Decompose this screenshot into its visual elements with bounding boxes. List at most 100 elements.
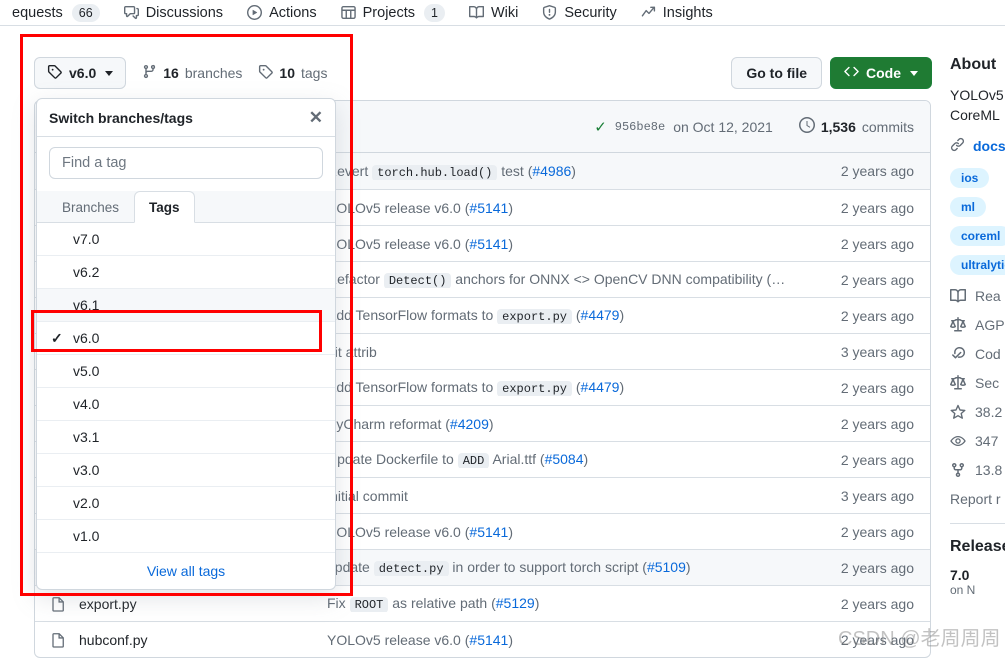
sidebar-stat-row[interactable]: AGP	[950, 317, 1005, 333]
tag-option-v2.0[interactable]: v2.0	[37, 487, 335, 520]
issue-link[interactable]: #5141	[469, 200, 508, 216]
nav-item-actions[interactable]: Actions	[235, 0, 329, 26]
commit-message-text: )	[534, 595, 540, 611]
commit-message-text: YOLOv5 release v6.0 (	[327, 631, 470, 648]
nav-item-pull-requests[interactable]: equests 66	[0, 0, 112, 26]
commit-message-cell[interactable]: YOLOv5 release v6.0 (#5141)	[327, 236, 841, 252]
issue-link[interactable]: #5141	[469, 524, 508, 540]
commit-message-cell[interactable]: Revert torch.hub.load() test (#4986)	[327, 163, 841, 180]
sidebar-stat-row[interactable]: Cod	[950, 346, 1005, 362]
tab-tags[interactable]: Tags	[134, 191, 195, 223]
issue-link[interactable]: #5129	[496, 595, 535, 611]
commit-message-cell[interactable]: YOLOv5 release v6.0 (#5141)	[327, 200, 841, 216]
topic-tag-ml[interactable]: ml	[950, 197, 987, 217]
issue-link[interactable]: #4479	[581, 307, 620, 323]
tag-option-v6.1[interactable]: v6.1	[37, 289, 335, 322]
tag-option-v6.2[interactable]: v6.2	[37, 256, 335, 289]
tag-icon	[47, 64, 62, 82]
commit-message-cell[interactable]: update detect.py in order to support tor…	[327, 559, 841, 576]
go-to-file-button[interactable]: Go to file	[731, 57, 822, 89]
commit-message-text: )	[571, 162, 576, 179]
sidebar-stat-row[interactable]: 347	[950, 433, 1005, 449]
file-name-link[interactable]: export.py	[79, 596, 137, 612]
sidebar-stat-row[interactable]: 38.2	[950, 404, 1005, 420]
commits-count-link[interactable]: 1,536 commits	[798, 117, 914, 136]
commit-message-cell[interactable]: Refactor Detect() anchors for ONNX <> Op…	[327, 271, 841, 288]
table-row[interactable]: export.py Fix ROOT as relative path (#512…	[35, 585, 930, 621]
commit-message-cell[interactable]: PyCharm reformat (#4209)	[327, 416, 841, 432]
sidebar-stat-label: 347	[975, 433, 999, 449]
topic-tag-ultralytic[interactable]: ultralytic	[950, 255, 1005, 275]
branches-count-link[interactable]: 16 branches	[142, 64, 242, 82]
commit-message-cell[interactable]: initial commit	[327, 488, 841, 504]
commit-message-cell[interactable]: Fix ROOT as relative path (#5129)	[327, 595, 841, 612]
commit-message-cell[interactable]: YOLOv5 release v6.0 (#5141)	[327, 524, 841, 540]
branch-tag-dropdown-panel: Switch branches/tags ✕ Branches Tags v7.…	[36, 98, 336, 590]
code-button[interactable]: Code	[830, 57, 932, 89]
shield-icon	[542, 5, 557, 20]
nav-item-projects[interactable]: Projects 1	[329, 0, 457, 26]
issue-link[interactable]: #5141	[469, 632, 508, 648]
tags-label: tags	[301, 65, 328, 81]
topic-tag-ios[interactable]: ios	[950, 168, 990, 188]
close-icon[interactable]: ✕	[309, 109, 323, 126]
tag-option-v1.0[interactable]: v1.0	[37, 520, 335, 553]
topic-tag-coreml[interactable]: coreml	[950, 226, 1005, 246]
inline-code: ROOT	[349, 597, 389, 612]
commit-message-cell[interactable]: Add TensorFlow formats to export.py (#44…	[327, 307, 841, 324]
issue-link[interactable]: #4479	[581, 379, 620, 395]
nav-item-wiki[interactable]: Wiki	[457, 0, 530, 26]
homepage-link[interactable]: docs	[950, 137, 1005, 155]
tag-option-v6.0[interactable]: ✓ v6.0	[37, 322, 335, 355]
tag-option-v3.0[interactable]: v3.0	[37, 454, 335, 487]
nav-item-discussions[interactable]: Discussions	[112, 0, 235, 26]
find-tag-input[interactable]	[49, 147, 323, 179]
law-icon	[950, 375, 966, 391]
tag-option-v4.0[interactable]: v4.0	[37, 388, 335, 421]
commit-time-cell: 2 years ago	[840, 271, 914, 288]
commit-message-text: initial commit	[327, 487, 408, 504]
commit-message-cell[interactable]: YOLOv5 release v6.0 (#5141)	[327, 632, 841, 648]
sidebar-stat-label: AGP	[975, 317, 1005, 333]
tag-option-label: v1.0	[73, 528, 100, 544]
latest-release-tag[interactable]: 7.0	[950, 567, 1005, 583]
commit-message-cell[interactable]: Update Dockerfile to ADD Arial.ttf (#508…	[327, 451, 841, 468]
nav-item-security[interactable]: Security	[530, 0, 628, 26]
tag-option-v7.0[interactable]: v7.0	[37, 223, 335, 256]
nav-item-label: equests	[12, 4, 63, 21]
nav-item-insights[interactable]: Insights	[629, 0, 725, 26]
issue-link[interactable]: #5084	[545, 451, 584, 467]
sidebar-stat-row[interactable]: Sec	[950, 375, 1005, 391]
repo-toolbar-right: Go to file Code	[731, 57, 932, 89]
sidebar-divider	[950, 523, 1005, 524]
tag-option-v3.1[interactable]: v3.1	[37, 421, 335, 454]
issue-link[interactable]: #5141	[469, 236, 508, 252]
table-row[interactable]: hubconf.py YOLOv5 release v6.0 (#5141) 2 y…	[35, 621, 930, 657]
tab-branches[interactable]: Branches	[47, 191, 134, 223]
graph-icon	[641, 5, 656, 20]
sidebar-stat-row[interactable]: Rea	[950, 288, 1005, 304]
about-description-line-2: CoreML	[950, 107, 1000, 123]
commit-time-cell: 2 years ago	[840, 523, 914, 540]
report-repository-link[interactable]: Report r	[950, 491, 1005, 507]
commit-message-text: Arial.ttf (	[489, 451, 545, 467]
file-name-cell: export.py	[51, 596, 327, 612]
issue-link[interactable]: #4209	[450, 416, 489, 432]
commit-sha[interactable]: 956be8e	[615, 120, 665, 134]
commit-message-text: )	[488, 415, 494, 432]
tag-option-v5.0[interactable]: v5.0	[37, 355, 335, 388]
checks-passed-icon[interactable]: ✓	[594, 118, 607, 136]
file-name-link[interactable]: hubconf.py	[79, 632, 148, 648]
issue-link[interactable]: #5109	[647, 559, 686, 575]
commit-message-cell[interactable]: Add TensorFlow formats to export.py (#44…	[327, 379, 841, 396]
branch-selector-button[interactable]: v6.0	[34, 57, 127, 89]
tags-count-link[interactable]: 10 tags	[258, 64, 327, 82]
commit-time-cell: 2 years ago	[840, 451, 914, 468]
commit-message-cell[interactable]: git attrib	[327, 344, 841, 360]
commit-message-text: Add TensorFlow formats to	[327, 307, 498, 323]
sidebar-stat-row[interactable]: 13.8	[950, 462, 1005, 478]
commit-time-cell: 2 years ago	[840, 163, 914, 179]
issue-link[interactable]: #4986	[532, 163, 571, 179]
view-all-tags-link[interactable]: View all tags	[37, 553, 335, 589]
table-icon	[340, 5, 356, 20]
